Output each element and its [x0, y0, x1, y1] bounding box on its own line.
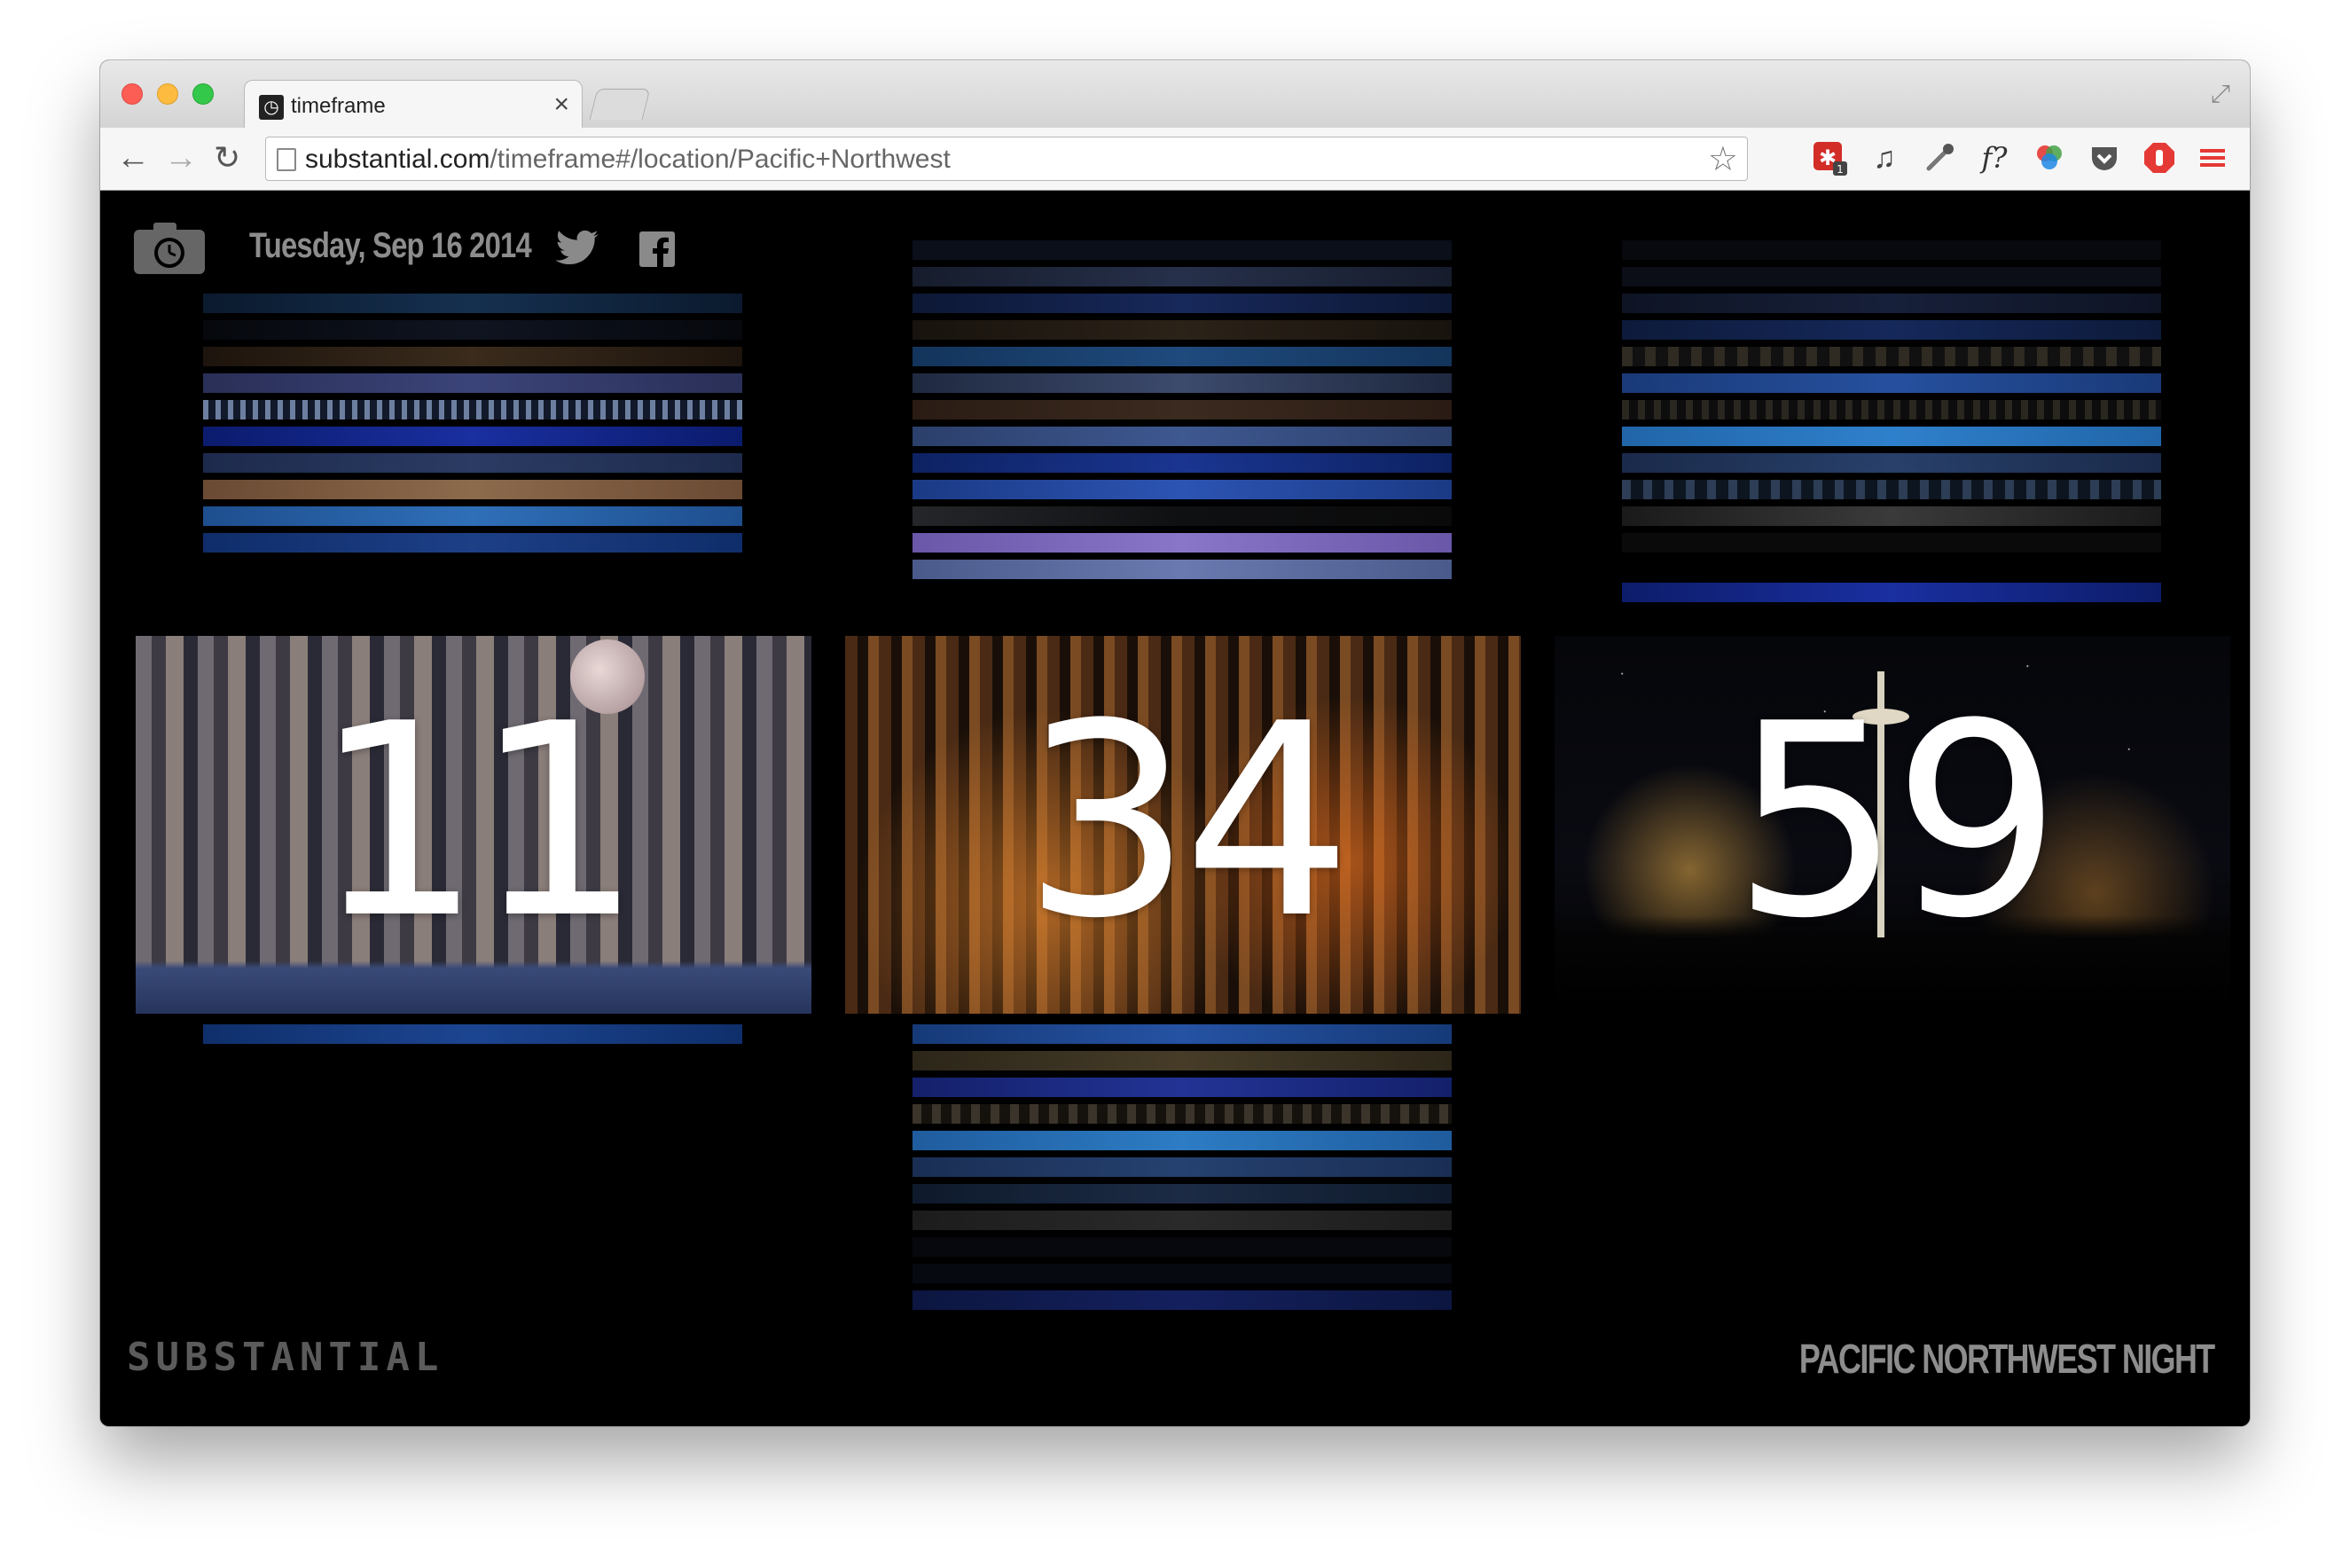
- lastpass-icon[interactable]: ✱ 1: [1812, 140, 1847, 176]
- page-icon: [277, 148, 296, 171]
- facebook-icon[interactable]: [639, 231, 675, 267]
- color-icon[interactable]: [2032, 140, 2067, 176]
- back-arrow-icon[interactable]: ←: [116, 137, 150, 179]
- zoom-window-button[interactable]: [192, 83, 214, 105]
- pocket-icon[interactable]: [2087, 140, 2122, 176]
- clock-favicon-icon: ◷: [259, 95, 284, 120]
- lastpass-badge: 1: [1837, 163, 1844, 176]
- adblock-icon[interactable]: [2142, 140, 2177, 176]
- timeframe-page: Tuesday, Sep 16 2014 11 34 59 SUBSTANTIA…: [100, 191, 2250, 1426]
- menu-icon[interactable]: [2195, 140, 2230, 176]
- url-path: /timeframe#/location/Pacific+Northwest: [490, 145, 951, 174]
- seconds-strip-accent: [1622, 583, 2161, 602]
- minutes-strip-stack: [913, 240, 1452, 595]
- minutes-photo-tile: 34: [845, 636, 1521, 1014]
- collection-title: PACIFIC NORTHWEST NIGHT: [1799, 1336, 2215, 1382]
- new-tab-button[interactable]: [589, 89, 651, 120]
- hours-photo-tile: 11: [136, 636, 811, 1014]
- seconds-strip-stack: [1622, 240, 2161, 560]
- camera-clock-icon[interactable]: [134, 221, 205, 274]
- url-host: substantial.com: [305, 145, 490, 174]
- browser-window: ◷ timeframe × ⤢ ← → ↻ substantial.com/ti…: [100, 60, 2250, 1426]
- twitter-icon[interactable]: [555, 230, 600, 267]
- hours-digits: 11: [313, 667, 643, 976]
- title-bar: ◷ timeframe × ⤢: [100, 60, 2250, 130]
- close-window-button[interactable]: [121, 83, 143, 105]
- hours-strip-below: [203, 1024, 742, 1044]
- seconds-digits: 59: [1732, 667, 2062, 976]
- hours-strip-stack: [203, 294, 742, 560]
- music-icon[interactable]: ♫: [1867, 140, 1902, 176]
- browser-toolbar: ← → ↻ substantial.com/timeframe#/locatio…: [100, 128, 2250, 191]
- minimize-window-button[interactable]: [157, 83, 178, 105]
- address-bar[interactable]: substantial.com/timeframe#/location/Paci…: [265, 137, 1748, 181]
- minutes-strip-below: [913, 1024, 1452, 1317]
- seconds-photo-tile: 59: [1555, 636, 2230, 1014]
- bookmark-star-icon[interactable]: ☆: [1708, 139, 1738, 179]
- minutes-digits: 34: [1022, 667, 1352, 976]
- eyedropper-icon[interactable]: [1922, 140, 1957, 176]
- url-text: substantial.com/timeframe#/location/Paci…: [305, 145, 951, 175]
- substantial-logo[interactable]: SUBSTANTIAL: [127, 1335, 443, 1380]
- reload-icon[interactable]: ↻: [214, 137, 240, 179]
- tab-title: timeframe: [291, 94, 386, 118]
- fullscreen-icon[interactable]: ⤢: [2211, 80, 2230, 109]
- font-icon[interactable]: f?: [1977, 140, 2012, 176]
- forward-arrow-icon[interactable]: →: [164, 137, 198, 179]
- tab-close-icon[interactable]: ×: [553, 90, 569, 120]
- tab-timeframe[interactable]: ◷ timeframe ×: [244, 80, 583, 130]
- date-label: Tuesday, Sep 16 2014: [249, 226, 532, 265]
